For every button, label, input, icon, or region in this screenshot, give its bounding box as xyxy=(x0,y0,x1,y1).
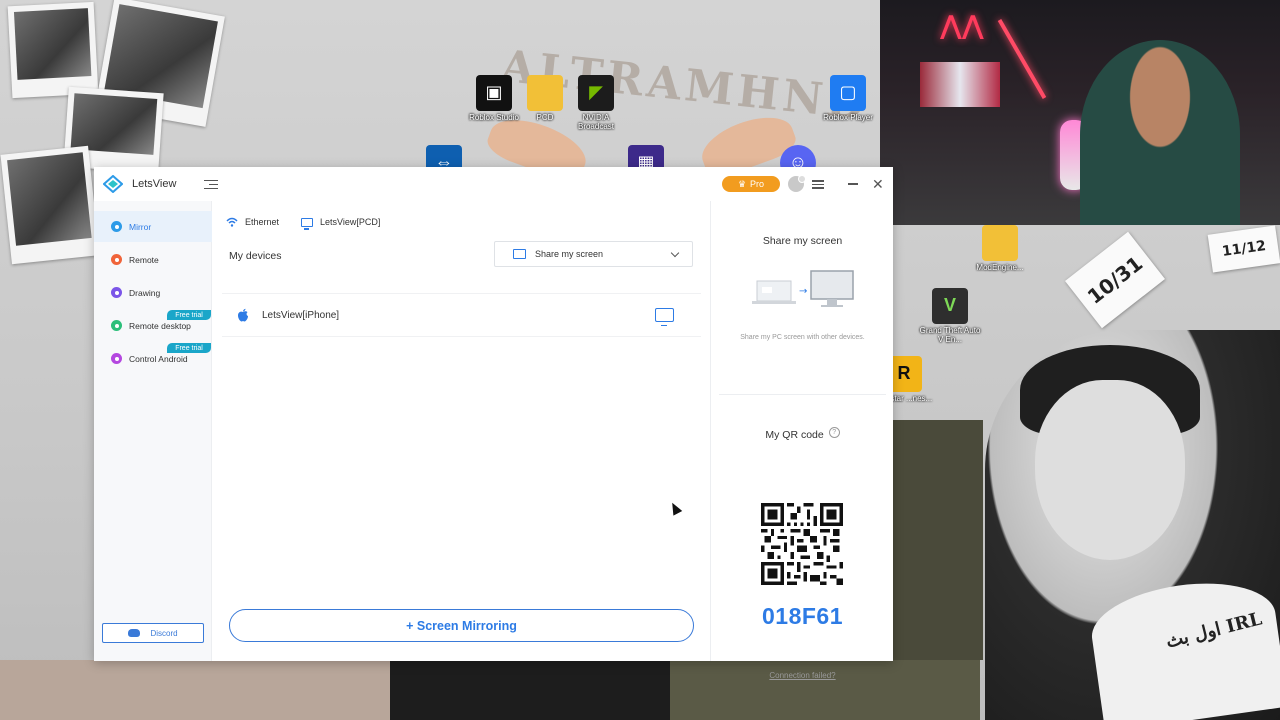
mirror-icon xyxy=(111,221,122,232)
discord-icon xyxy=(128,629,141,637)
gta-icon: V xyxy=(932,288,968,324)
remote-icon xyxy=(111,254,122,265)
desktop-icon-label: ModEngine... xyxy=(976,263,1024,272)
streamer xyxy=(1080,40,1240,225)
share-screen-title: Share my screen xyxy=(762,235,843,247)
desktop-icon-roblox-player[interactable]: ▢ Roblox Player xyxy=(816,75,880,123)
sidebar-item-label: Mirror xyxy=(129,221,152,232)
apple-icon xyxy=(238,308,248,322)
tab-label: Ethernet xyxy=(245,217,280,227)
sidebar-item-mirror[interactable]: Mirror xyxy=(94,211,212,242)
user-avatar-icon[interactable] xyxy=(788,175,806,192)
qr-code-title: My QR code ? xyxy=(711,427,894,441)
help-icon[interactable]: ? xyxy=(828,427,840,438)
nvidia-icon: ◤ xyxy=(578,75,614,111)
title-bar: LetsView ♛ Pro ✕ xyxy=(94,167,893,201)
close-icon[interactable]: ✕ xyxy=(872,175,884,193)
roblox-studio-icon: ▣ xyxy=(476,75,512,111)
desktop-icon-gta[interactable]: V Grand Theft Auto V En... xyxy=(918,288,982,345)
tab-label: LetsView[PCD] xyxy=(320,217,381,227)
sidebar-item-control-android[interactable]: Control Android Free trial xyxy=(94,343,212,374)
sidebar-item-label: Remote desktop xyxy=(129,320,191,331)
monitor-icon xyxy=(301,217,314,230)
wallpaper-figure xyxy=(893,420,983,660)
letsview-logo-icon xyxy=(103,175,123,193)
devices-title: My devices xyxy=(229,250,282,262)
neon-light xyxy=(997,19,1047,99)
desktop-icon-modengine[interactable]: ModEngine... xyxy=(968,225,1032,273)
qr-title-label: My QR code xyxy=(765,429,824,441)
chevron-down-icon xyxy=(670,248,680,258)
sidebar: Mirror Remote Drawing Remote desktop Fre… xyxy=(94,201,212,661)
free-trial-badge: Free trial xyxy=(167,310,211,320)
sidebar-item-drawing[interactable]: Drawing xyxy=(94,277,212,308)
wallpaper-figure xyxy=(0,660,390,720)
right-panel: Share my screen → Share my PC screen wit… xyxy=(710,201,894,680)
share-screen-description: Share my PC screen with other devices. xyxy=(740,334,865,341)
letsview-window: LetsView ♛ Pro ✕ Mirror Remote Drawing R… xyxy=(94,167,894,680)
webcam-overlay: ⋀⋀ xyxy=(880,0,1280,225)
desktop-icon-label: Roblox Player xyxy=(823,113,873,122)
wallpaper-figure xyxy=(390,660,670,720)
folder-icon xyxy=(982,225,1018,261)
discord-label: Discord xyxy=(150,628,178,638)
wallpaper-figure xyxy=(670,660,980,720)
menu-icon[interactable] xyxy=(812,178,824,190)
pro-button[interactable]: ♛ Pro xyxy=(722,176,780,192)
wifi-icon xyxy=(226,217,238,227)
polaroid-photo xyxy=(0,145,100,265)
tab-letsview-pcd[interactable]: LetsView[PCD] xyxy=(301,217,381,230)
svg-text:→: → xyxy=(799,286,807,297)
sidebar-item-remote[interactable]: Remote xyxy=(94,244,212,275)
divider xyxy=(719,394,886,395)
minimize-icon[interactable] xyxy=(848,183,858,185)
date-ticket: 11/12 xyxy=(1207,225,1280,273)
cast-screen-icon[interactable] xyxy=(655,308,674,326)
app-title: LetsView xyxy=(132,178,177,190)
roblox-player-icon: ▢ xyxy=(830,75,866,111)
device-row[interactable]: LetsView[iPhone] xyxy=(222,293,701,337)
desktop-icon-label: Grand Theft Auto V En... xyxy=(919,326,981,344)
connection-code: 018F61 xyxy=(761,603,843,629)
folder-icon xyxy=(527,75,563,111)
sidebar-item-label: Drawing xyxy=(129,287,161,298)
control-android-icon xyxy=(111,353,122,364)
drawing-icon xyxy=(111,287,122,298)
tv-screen xyxy=(920,62,1000,107)
neon-sign: ⋀⋀ xyxy=(940,10,984,40)
sidebar-item-remote-desktop[interactable]: Remote desktop Free trial xyxy=(94,310,212,341)
desktop-icon-nvidia-broadcast[interactable]: ◤ NVIDIA Broadcast xyxy=(564,75,628,132)
wallpaper-character-face xyxy=(1035,380,1185,560)
pro-label: Pro xyxy=(750,179,765,189)
sidebar-item-label: Control Android xyxy=(129,353,188,364)
desktop-icon-label: NVIDIA Broadcast xyxy=(577,113,615,131)
crown-icon: ♛ xyxy=(737,178,747,189)
sidebar-item-label: Remote xyxy=(129,254,159,265)
share-screen-dropdown[interactable]: Share my screen xyxy=(494,241,693,267)
device-name: LetsView[iPhone] xyxy=(262,309,340,321)
share-screen-illustration-icon: → xyxy=(752,270,854,307)
collapse-sidebar-icon[interactable] xyxy=(204,177,218,191)
free-trial-badge: Free trial xyxy=(167,343,211,353)
tab-ethernet[interactable]: Ethernet xyxy=(226,217,279,227)
date-ticket: 10/31 xyxy=(1065,231,1165,329)
dropdown-value: Share my screen xyxy=(535,249,604,259)
connection-failed-link[interactable]: Connection failed? xyxy=(711,671,894,680)
qr-code-image xyxy=(761,503,843,585)
remote-desktop-icon xyxy=(111,320,122,331)
discord-button[interactable]: Discord xyxy=(102,623,204,643)
connection-tabs: Ethernet LetsView[PCD] xyxy=(226,217,381,230)
polaroid-photo xyxy=(7,1,99,99)
screen-mirroring-button[interactable]: + Screen Mirroring xyxy=(229,609,694,642)
share-screen-icon xyxy=(513,249,526,259)
